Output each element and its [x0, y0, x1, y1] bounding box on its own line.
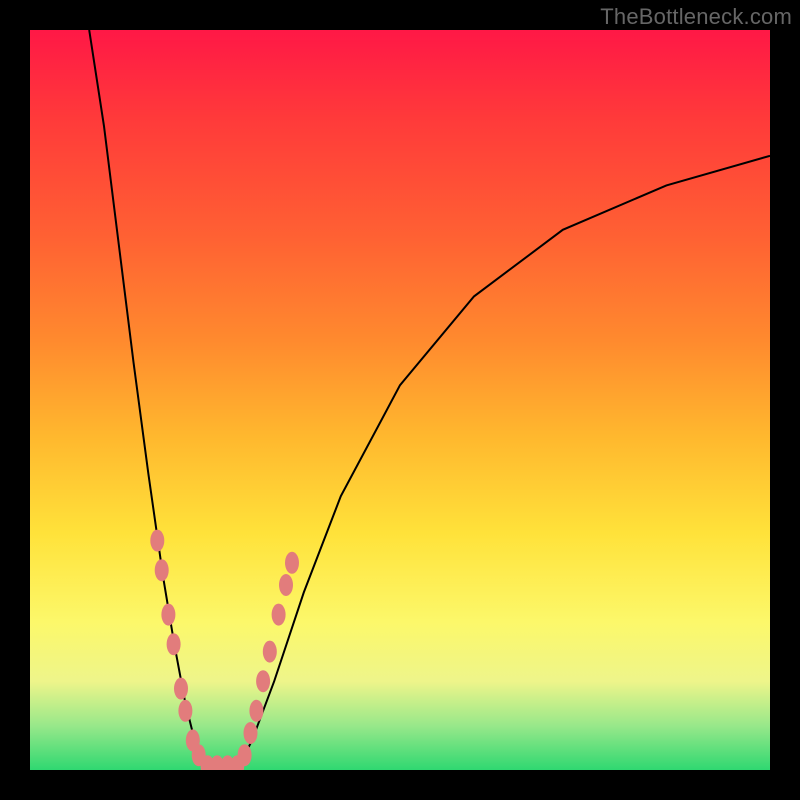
- bead-marker: [167, 633, 181, 655]
- bead-marker: [210, 755, 224, 770]
- bead-marker: [161, 604, 175, 626]
- watermark-text: TheBottleneck.com: [600, 4, 792, 30]
- bead-marker: [279, 574, 293, 596]
- bead-marker: [174, 678, 188, 700]
- bead-marker: [178, 700, 192, 722]
- bead-marker: [155, 559, 169, 581]
- curve-left-branch: [89, 30, 207, 770]
- bead-marker: [249, 700, 263, 722]
- bead-marker: [238, 744, 252, 766]
- bottleneck-curve: [30, 30, 770, 770]
- bead-marker: [263, 641, 277, 663]
- bead-marker: [221, 755, 235, 770]
- bead-marker: [186, 729, 200, 751]
- bead-marker: [244, 722, 258, 744]
- curve-right-branch: [237, 156, 770, 770]
- bead-marker: [201, 755, 215, 770]
- bead-marker: [285, 552, 299, 574]
- scatter-beads: [150, 530, 299, 770]
- bead-marker: [150, 530, 164, 552]
- chart-frame: TheBottleneck.com: [0, 0, 800, 800]
- plot-gradient-background: [30, 30, 770, 770]
- bead-marker: [272, 604, 286, 626]
- bead-marker: [192, 744, 206, 766]
- bead-marker: [256, 670, 270, 692]
- bead-marker: [230, 755, 244, 770]
